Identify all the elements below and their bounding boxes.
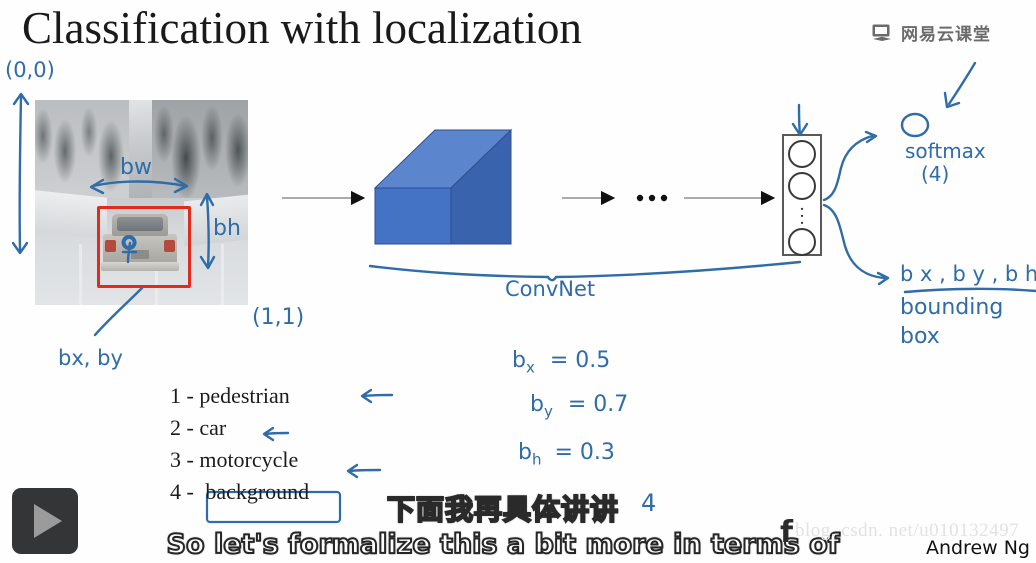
class-label: motorcycle: [199, 447, 299, 472]
equation-bx: bx = 0.5: [512, 348, 610, 376]
class-list-item: 1 - pedestrian: [170, 380, 309, 412]
equation-by: by = 0.7: [530, 392, 628, 420]
class-label: car: [199, 415, 227, 440]
class-number: 3 -: [170, 447, 194, 472]
origin-label: (0,0): [5, 58, 55, 82]
softmax-count: (4): [921, 162, 950, 186]
equation-lhs: b: [518, 440, 532, 465]
bx-by-label: bx, by: [58, 346, 123, 370]
example-photo: [35, 100, 248, 305]
bw-label: bw: [120, 155, 152, 180]
red-bounding-box: [97, 206, 191, 288]
photo-lane-marking: [221, 243, 224, 305]
monitor-icon: [872, 24, 894, 42]
equation-subscript: y: [543, 402, 553, 421]
bbox-params: b x , b y , b h , b w: [900, 262, 1036, 286]
corner-label: (1,1): [252, 305, 305, 330]
brand-logo-text: 网易云课堂: [901, 25, 991, 45]
equation-bh: bh = 0.3: [518, 440, 615, 468]
page-title: Classification with localization: [22, 3, 582, 53]
author-signature: Andrew Ng: [925, 537, 1030, 559]
bbox-word-box: box: [900, 324, 940, 349]
equation-rhs: = 0.3: [554, 440, 615, 465]
class-list-item: 3 - motorcycle: [170, 444, 309, 476]
softmax-annotation: softmax (4): [905, 140, 986, 186]
equation-rhs: = 0.5: [549, 348, 611, 373]
equation-subscript: h: [531, 450, 542, 469]
softmax-label: softmax: [905, 139, 986, 163]
output-vertical-ellipsis: ...: [800, 199, 804, 228]
bbox-word-bounding: bounding: [900, 295, 1004, 320]
bounding-box-annotation: b x , b y , b h , b w bounding box: [900, 262, 1036, 349]
slide-canvas: Classification with localization 网易云课堂 .…: [0, 0, 1036, 563]
convnet-label: ConvNet: [505, 277, 596, 301]
equation-lhs: b: [512, 348, 526, 373]
class-label: pedestrian: [199, 383, 290, 408]
output-layer: ...: [782, 134, 822, 256]
class-list-item: 2 - car: [170, 412, 309, 444]
output-node: [788, 228, 816, 256]
class-number: 2 -: [170, 415, 194, 440]
output-node: [788, 140, 816, 168]
brand-logo: 网易云课堂: [872, 20, 991, 45]
equation-rhs: = 0.7: [567, 392, 629, 417]
equation-lhs: b: [530, 392, 544, 417]
convnet-volume-box: [373, 122, 513, 262]
class-number: 1 -: [170, 383, 194, 408]
bh-label: bh: [213, 216, 241, 241]
equation-subscript: x: [525, 358, 535, 377]
output-node: [788, 172, 816, 200]
photo-lane-marking: [79, 243, 82, 305]
